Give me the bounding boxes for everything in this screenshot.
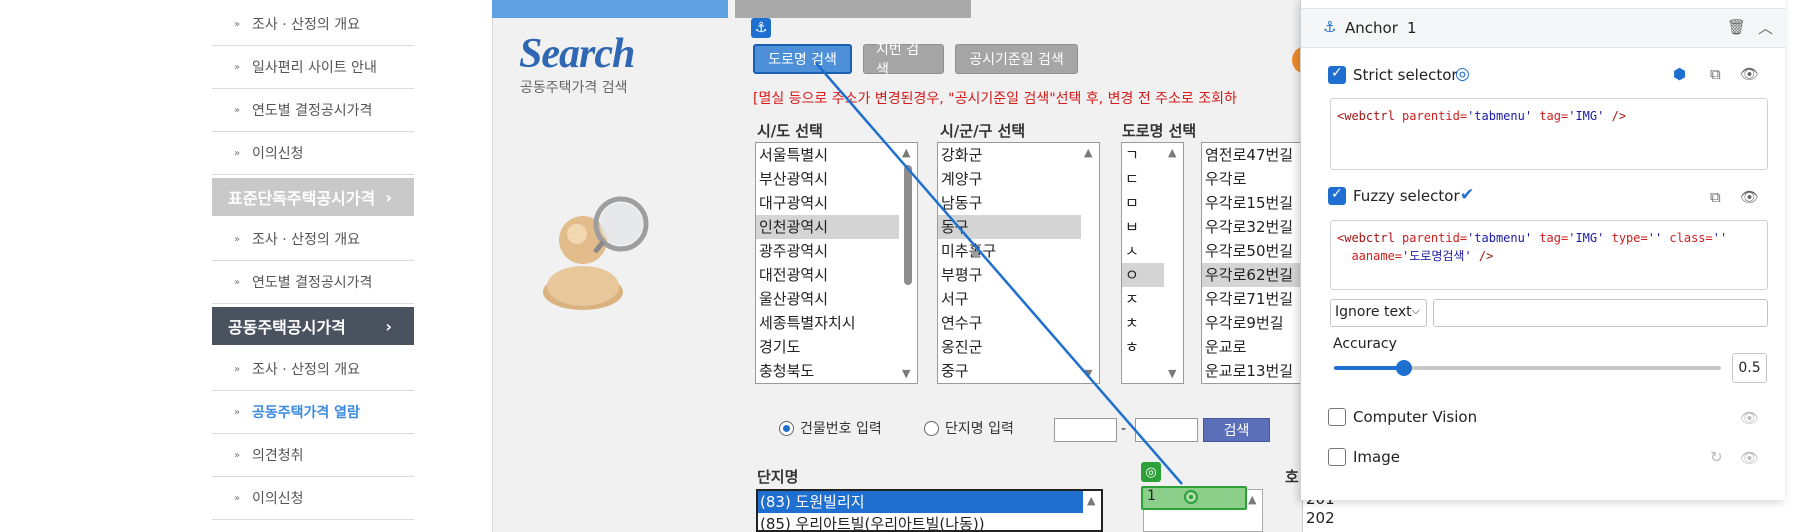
image-checkbox[interactable]: [1328, 448, 1346, 466]
target-center-icon: [1184, 490, 1198, 504]
code-attr: aaname=: [1351, 249, 1403, 263]
fuzzy-selector-checkbox[interactable]: [1328, 186, 1346, 205]
code-tag: <webctrl: [1337, 109, 1395, 123]
ignore-text-input[interactable]: [1433, 299, 1768, 327]
image-label: Image: [1353, 448, 1400, 466]
verified-check-icon: ✔: [1460, 185, 1475, 205]
eye-icon[interactable]: 👁: [1740, 409, 1759, 427]
code-value: '': [1647, 231, 1663, 245]
strict-selector-checkbox[interactable]: [1328, 65, 1346, 84]
code-tag: />: [1611, 109, 1627, 123]
refresh-icon[interactable]: ↻: [1710, 448, 1723, 466]
strict-selector-code[interactable]: <webctrl parentid='tabmenu' tag='IMG' />: [1330, 98, 1768, 170]
code-attr: tag=: [1539, 231, 1569, 245]
accuracy-slider-fill: [1334, 366, 1404, 370]
code-attr: class=: [1669, 231, 1713, 245]
anchor-count: 1: [1407, 19, 1417, 37]
fuzzy-selector-label: Fuzzy selector: [1353, 187, 1460, 205]
chevron-down-icon: ⌵: [1411, 304, 1420, 317]
trash-icon[interactable]: 🗑: [1727, 18, 1746, 36]
computer-vision-label: Computer Vision: [1353, 408, 1478, 426]
fuzzy-selector-code[interactable]: <webctrl parentid='tabmenu' tag='IMG' ty…: [1330, 220, 1768, 290]
computer-vision-checkbox[interactable]: [1328, 408, 1346, 426]
code-value: '': [1712, 231, 1728, 245]
chevron-up-icon[interactable]: ︿: [1758, 17, 1773, 38]
eye-icon[interactable]: 👁: [1740, 188, 1759, 206]
target-icon[interactable]: ◎: [1455, 64, 1470, 84]
code-attr: parentid=: [1402, 109, 1468, 123]
code-attr: parentid=: [1402, 231, 1468, 245]
code-tag: <webctrl: [1337, 231, 1395, 245]
ignore-text-select[interactable]: Ignore text ⌵: [1330, 299, 1427, 327]
code-value: '도로명검색': [1402, 249, 1472, 263]
accuracy-value-input[interactable]: 0.5: [1732, 353, 1767, 383]
code-value: 'IMG': [1568, 109, 1605, 123]
strict-selector-label: Strict selector: [1353, 66, 1458, 84]
accuracy-slider[interactable]: [1334, 360, 1721, 376]
anchor-icon: ⚓: [1323, 18, 1337, 36]
code-value: 'IMG': [1568, 231, 1605, 245]
eye-icon[interactable]: 👁: [1740, 65, 1759, 83]
copy-icon[interactable]: ⧉: [1710, 188, 1721, 206]
code-value: 'tabmenu': [1467, 109, 1533, 123]
anchor-inspector-panel: ⚓ Anchor 1 🗑 ︿ Strict selector ◎ ⬢ ⧉ 👁 <…: [1300, 0, 1786, 500]
accuracy-slider-thumb[interactable]: [1395, 360, 1412, 376]
code-value: 'tabmenu': [1467, 231, 1533, 245]
code-tag: />: [1478, 249, 1494, 263]
panel-header: ⚓ Anchor 1 🗑 ︿: [1301, 8, 1786, 48]
anchor-icon[interactable]: ⚓: [751, 18, 771, 38]
accuracy-label: Accuracy: [1333, 336, 1397, 352]
selector-builder-icon[interactable]: ⬢: [1673, 65, 1686, 83]
target-icon[interactable]: ◎: [1141, 462, 1161, 482]
select-value: Ignore text: [1335, 304, 1412, 320]
panel-title: Anchor: [1345, 19, 1398, 37]
copy-icon[interactable]: ⧉: [1710, 65, 1721, 83]
code-attr: type=: [1611, 231, 1648, 245]
code-attr: tag=: [1539, 109, 1569, 123]
eye-icon[interactable]: 👁: [1740, 449, 1759, 467]
target-value: 1: [1147, 488, 1156, 504]
